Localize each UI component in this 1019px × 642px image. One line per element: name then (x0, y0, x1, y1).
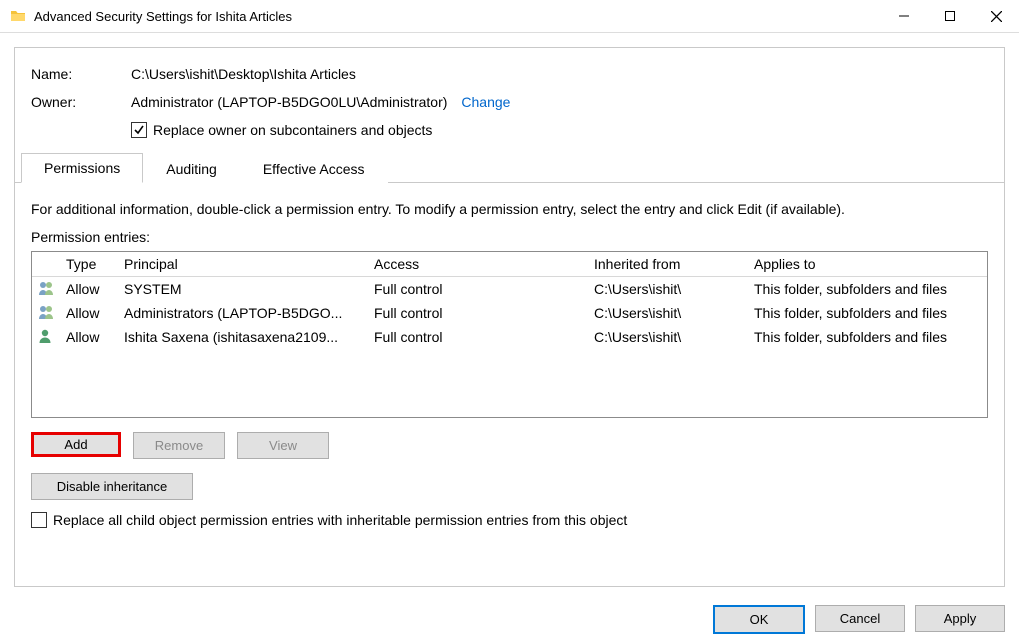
change-owner-link[interactable]: Change (461, 94, 510, 110)
cell-applies: This folder, subfolders and files (754, 305, 987, 321)
replace-owner-label: Replace owner on subcontainers and objec… (153, 122, 432, 138)
cell-type: Allow (66, 329, 124, 345)
cell-access: Full control (374, 281, 594, 297)
apply-button[interactable]: Apply (915, 605, 1005, 632)
disable-inheritance-button[interactable]: Disable inheritance (31, 473, 193, 500)
tab-effective-access[interactable]: Effective Access (240, 154, 388, 183)
titlebar: Advanced Security Settings for Ishita Ar… (0, 0, 1019, 33)
col-principal-header[interactable]: Principal (124, 256, 374, 272)
cell-inherited: C:\Users\ishit\ (594, 305, 754, 321)
cancel-button[interactable]: Cancel (815, 605, 905, 632)
cell-access: Full control (374, 305, 594, 321)
close-button[interactable] (973, 0, 1019, 32)
name-row: Name: C:\Users\ishit\Desktop\Ishita Arti… (31, 66, 988, 82)
cell-principal: Administrators (LAPTOP-B5DGO... (124, 305, 374, 321)
tab-auditing[interactable]: Auditing (143, 154, 240, 183)
cell-type: Allow (66, 305, 124, 321)
entry-buttons: Add Remove View (31, 432, 988, 459)
window-title: Advanced Security Settings for Ishita Ar… (34, 9, 881, 24)
tab-strip: Permissions Auditing Effective Access (15, 154, 1004, 183)
replace-child-checkbox[interactable] (31, 512, 47, 528)
col-type-header[interactable]: Type (66, 256, 124, 272)
replace-owner-checkbox[interactable] (131, 122, 147, 138)
dialog-footer: OK Cancel Apply (713, 605, 1005, 634)
cell-applies: This folder, subfolders and files (754, 329, 987, 345)
folder-icon (10, 8, 26, 24)
cell-principal: Ishita Saxena (ishitasaxena2109... (124, 329, 374, 345)
owner-label: Owner: (31, 94, 131, 110)
remove-button: Remove (133, 432, 225, 459)
owner-value: Administrator (LAPTOP-B5DGO0LU\Administr… (131, 94, 447, 110)
main-panel: Name: C:\Users\ishit\Desktop\Ishita Arti… (14, 47, 1005, 587)
name-label: Name: (31, 66, 131, 82)
client-area: Name: C:\Users\ishit\Desktop\Ishita Arti… (0, 33, 1019, 597)
col-inherited-header[interactable]: Inherited from (594, 256, 754, 272)
cell-principal: SYSTEM (124, 281, 374, 297)
table-row[interactable]: AllowAdministrators (LAPTOP-B5DGO...Full… (32, 301, 987, 325)
permission-grid: Type Principal Access Inherited from App… (31, 251, 988, 418)
ok-button[interactable]: OK (713, 605, 805, 634)
replace-child-row: Replace all child object permission entr… (31, 512, 988, 528)
window-controls (881, 0, 1019, 32)
permission-entries-label: Permission entries: (31, 229, 988, 245)
col-access-header[interactable]: Access (374, 256, 594, 272)
group-icon (38, 281, 66, 298)
checkmark-icon (134, 125, 144, 135)
cell-inherited: C:\Users\ishit\ (594, 329, 754, 345)
grid-header: Type Principal Access Inherited from App… (32, 252, 987, 277)
cell-access: Full control (374, 329, 594, 345)
minimize-button[interactable] (881, 0, 927, 32)
maximize-button[interactable] (927, 0, 973, 32)
cell-applies: This folder, subfolders and files (754, 281, 987, 297)
col-applies-header[interactable]: Applies to (754, 256, 987, 272)
owner-row: Owner: Administrator (LAPTOP-B5DGO0LU\Ad… (31, 94, 988, 110)
user-icon (38, 329, 66, 346)
description-text: For additional information, double-click… (31, 201, 988, 217)
replace-child-label: Replace all child object permission entr… (53, 512, 627, 528)
table-row[interactable]: AllowSYSTEMFull controlC:\Users\ishit\Th… (32, 277, 987, 301)
inheritance-row: Disable inheritance (31, 473, 988, 500)
table-row[interactable]: AllowIshita Saxena (ishitasaxena2109...F… (32, 325, 987, 349)
cell-inherited: C:\Users\ishit\ (594, 281, 754, 297)
cell-type: Allow (66, 281, 124, 297)
replace-owner-row: Replace owner on subcontainers and objec… (131, 122, 988, 138)
name-value: C:\Users\ishit\Desktop\Ishita Articles (131, 66, 356, 82)
view-button: View (237, 432, 329, 459)
group-icon (38, 305, 66, 322)
tab-permissions[interactable]: Permissions (21, 153, 143, 183)
add-button[interactable]: Add (31, 432, 121, 457)
